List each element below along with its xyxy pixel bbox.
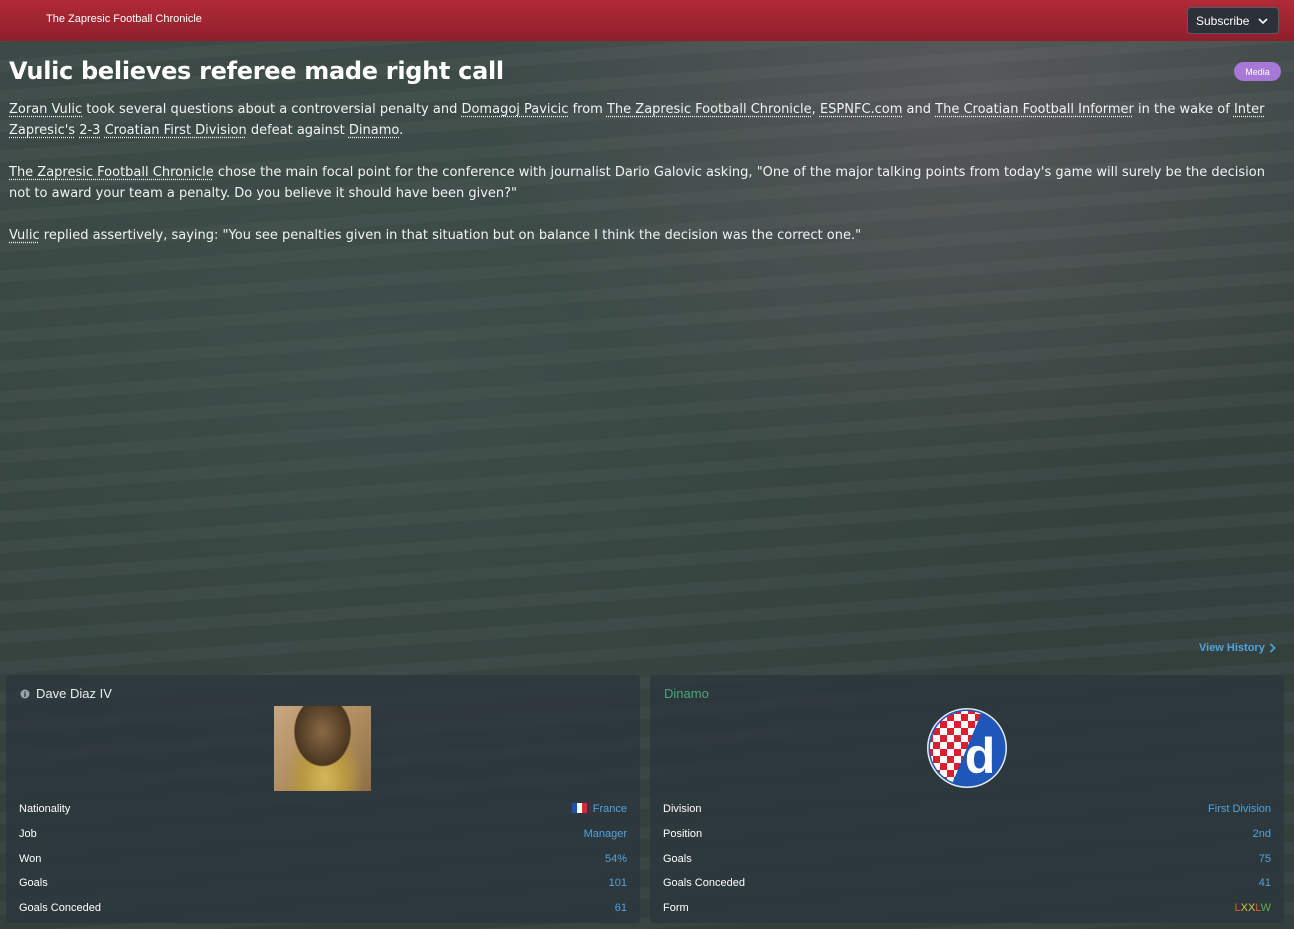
outlet-link[interactable]: ESPNFC.com: [820, 102, 902, 117]
outlet-link[interactable]: The Croatian Football Informer: [935, 102, 1134, 117]
svg-text:d: d: [965, 728, 996, 784]
manager-panel: Dave Diaz IV Nationality France Job Mana…: [6, 675, 640, 923]
article-body: Zoran Vulic took several questions about…: [9, 99, 1284, 267]
detail-label: Position: [663, 828, 703, 841]
france-flag-icon: [571, 803, 587, 814]
article-text: ,: [811, 102, 820, 117]
detail-label: Goals Conceded: [19, 902, 101, 915]
media-badge: Media: [1234, 62, 1281, 81]
manager-name[interactable]: Dave Diaz IV: [36, 686, 112, 701]
match-score-link[interactable]: 2-3: [79, 123, 100, 138]
detail-label: Goals Conceded: [663, 877, 745, 890]
club-name[interactable]: Dinamo: [664, 686, 709, 701]
article-headline: Vulic believes referee made right call: [9, 57, 504, 85]
position-value: 2nd: [1252, 828, 1271, 841]
outlet-link[interactable]: The Zapresic Football Chronicle: [9, 165, 214, 180]
form-result: W: [1260, 902, 1271, 915]
article-text: replied assertively, saying: "You see pe…: [39, 228, 862, 243]
club-panel: Dinamo d Division First Division Positio…: [650, 675, 1284, 923]
manager-photo: [274, 706, 371, 791]
detail-row: Form LXXLW: [663, 896, 1271, 921]
form-result: X: [1240, 902, 1248, 915]
article-paragraph: Vulic replied assertively, saying: "You …: [9, 225, 1284, 246]
detail-row: Goals 101: [19, 871, 627, 896]
subscribe-button[interactable]: Subscribe: [1187, 7, 1279, 34]
chevron-down-icon: [1258, 18, 1268, 25]
goals-value: 75: [1258, 852, 1271, 865]
manager-details: Nationality France Job Manager Won 54% G…: [19, 797, 627, 920]
player-link[interactable]: Domagoj Pavicic: [461, 102, 568, 117]
subscribe-label: Subscribe: [1196, 13, 1250, 28]
info-icon[interactable]: [20, 689, 30, 699]
detail-row: Division First Division: [663, 797, 1271, 822]
detail-label: Division: [663, 803, 702, 816]
detail-label: Goals: [663, 852, 692, 865]
club-details: Division First Division Position 2nd Goa…: [663, 797, 1271, 920]
detail-label: Won: [19, 852, 42, 865]
view-history-link[interactable]: View History: [1199, 642, 1276, 654]
club-panel-title: Dinamo: [664, 686, 709, 701]
competition-link[interactable]: Croatian First Division: [105, 123, 247, 138]
club-crest-icon[interactable]: d: [926, 707, 1008, 789]
detail-row: Goals Conceded 61: [19, 896, 627, 921]
article-text: .: [399, 123, 404, 138]
manager-panel-title: Dave Diaz IV: [20, 686, 112, 701]
detail-row: Position 2nd: [663, 822, 1271, 847]
publication-title: The Zapresic Football Chronicle: [46, 13, 202, 25]
goals-value: 101: [608, 877, 627, 890]
goals-conceded-value: 61: [614, 902, 627, 915]
chevron-right-icon: [1269, 643, 1276, 653]
goals-conceded-value: 41: [1258, 877, 1271, 890]
article-text: took several questions about a controver…: [82, 102, 462, 117]
article-text: defeat against: [246, 123, 349, 138]
division-value[interactable]: First Division: [1208, 803, 1271, 815]
detail-label: Form: [663, 902, 689, 915]
detail-row: Nationality France: [19, 797, 627, 822]
article-text: from: [568, 102, 607, 117]
manager-link[interactable]: Zoran Vulic: [9, 102, 82, 117]
nationality-text: France: [592, 803, 627, 816]
opponent-link[interactable]: Dinamo: [349, 123, 399, 138]
detail-row: Goals Conceded 41: [663, 871, 1271, 896]
detail-row: Job Manager: [19, 822, 627, 847]
detail-row: Won 54%: [19, 846, 627, 871]
nationality-value[interactable]: France: [571, 803, 627, 816]
detail-label: Job: [19, 828, 37, 841]
manager-link[interactable]: Vulic: [9, 228, 40, 243]
detail-label: Nationality: [19, 803, 71, 816]
form-value: LXXLW: [1234, 902, 1271, 914]
article-text: in the wake of: [1133, 102, 1234, 117]
publication-header: The Zapresic Football Chronicle Subscrib…: [0, 0, 1294, 41]
outlet-link[interactable]: The Zapresic Football Chronicle: [607, 102, 812, 117]
article-paragraph: Zoran Vulic took several questions about…: [9, 99, 1284, 141]
detail-row: Goals 75: [663, 846, 1271, 871]
article-paragraph: The Zapresic Football Chronicle chose th…: [9, 162, 1284, 204]
job-value[interactable]: Manager: [584, 828, 627, 840]
won-value: 54%: [604, 852, 627, 865]
detail-label: Goals: [19, 877, 48, 890]
article-text: and: [902, 102, 936, 117]
view-history-label: View History: [1199, 642, 1265, 654]
